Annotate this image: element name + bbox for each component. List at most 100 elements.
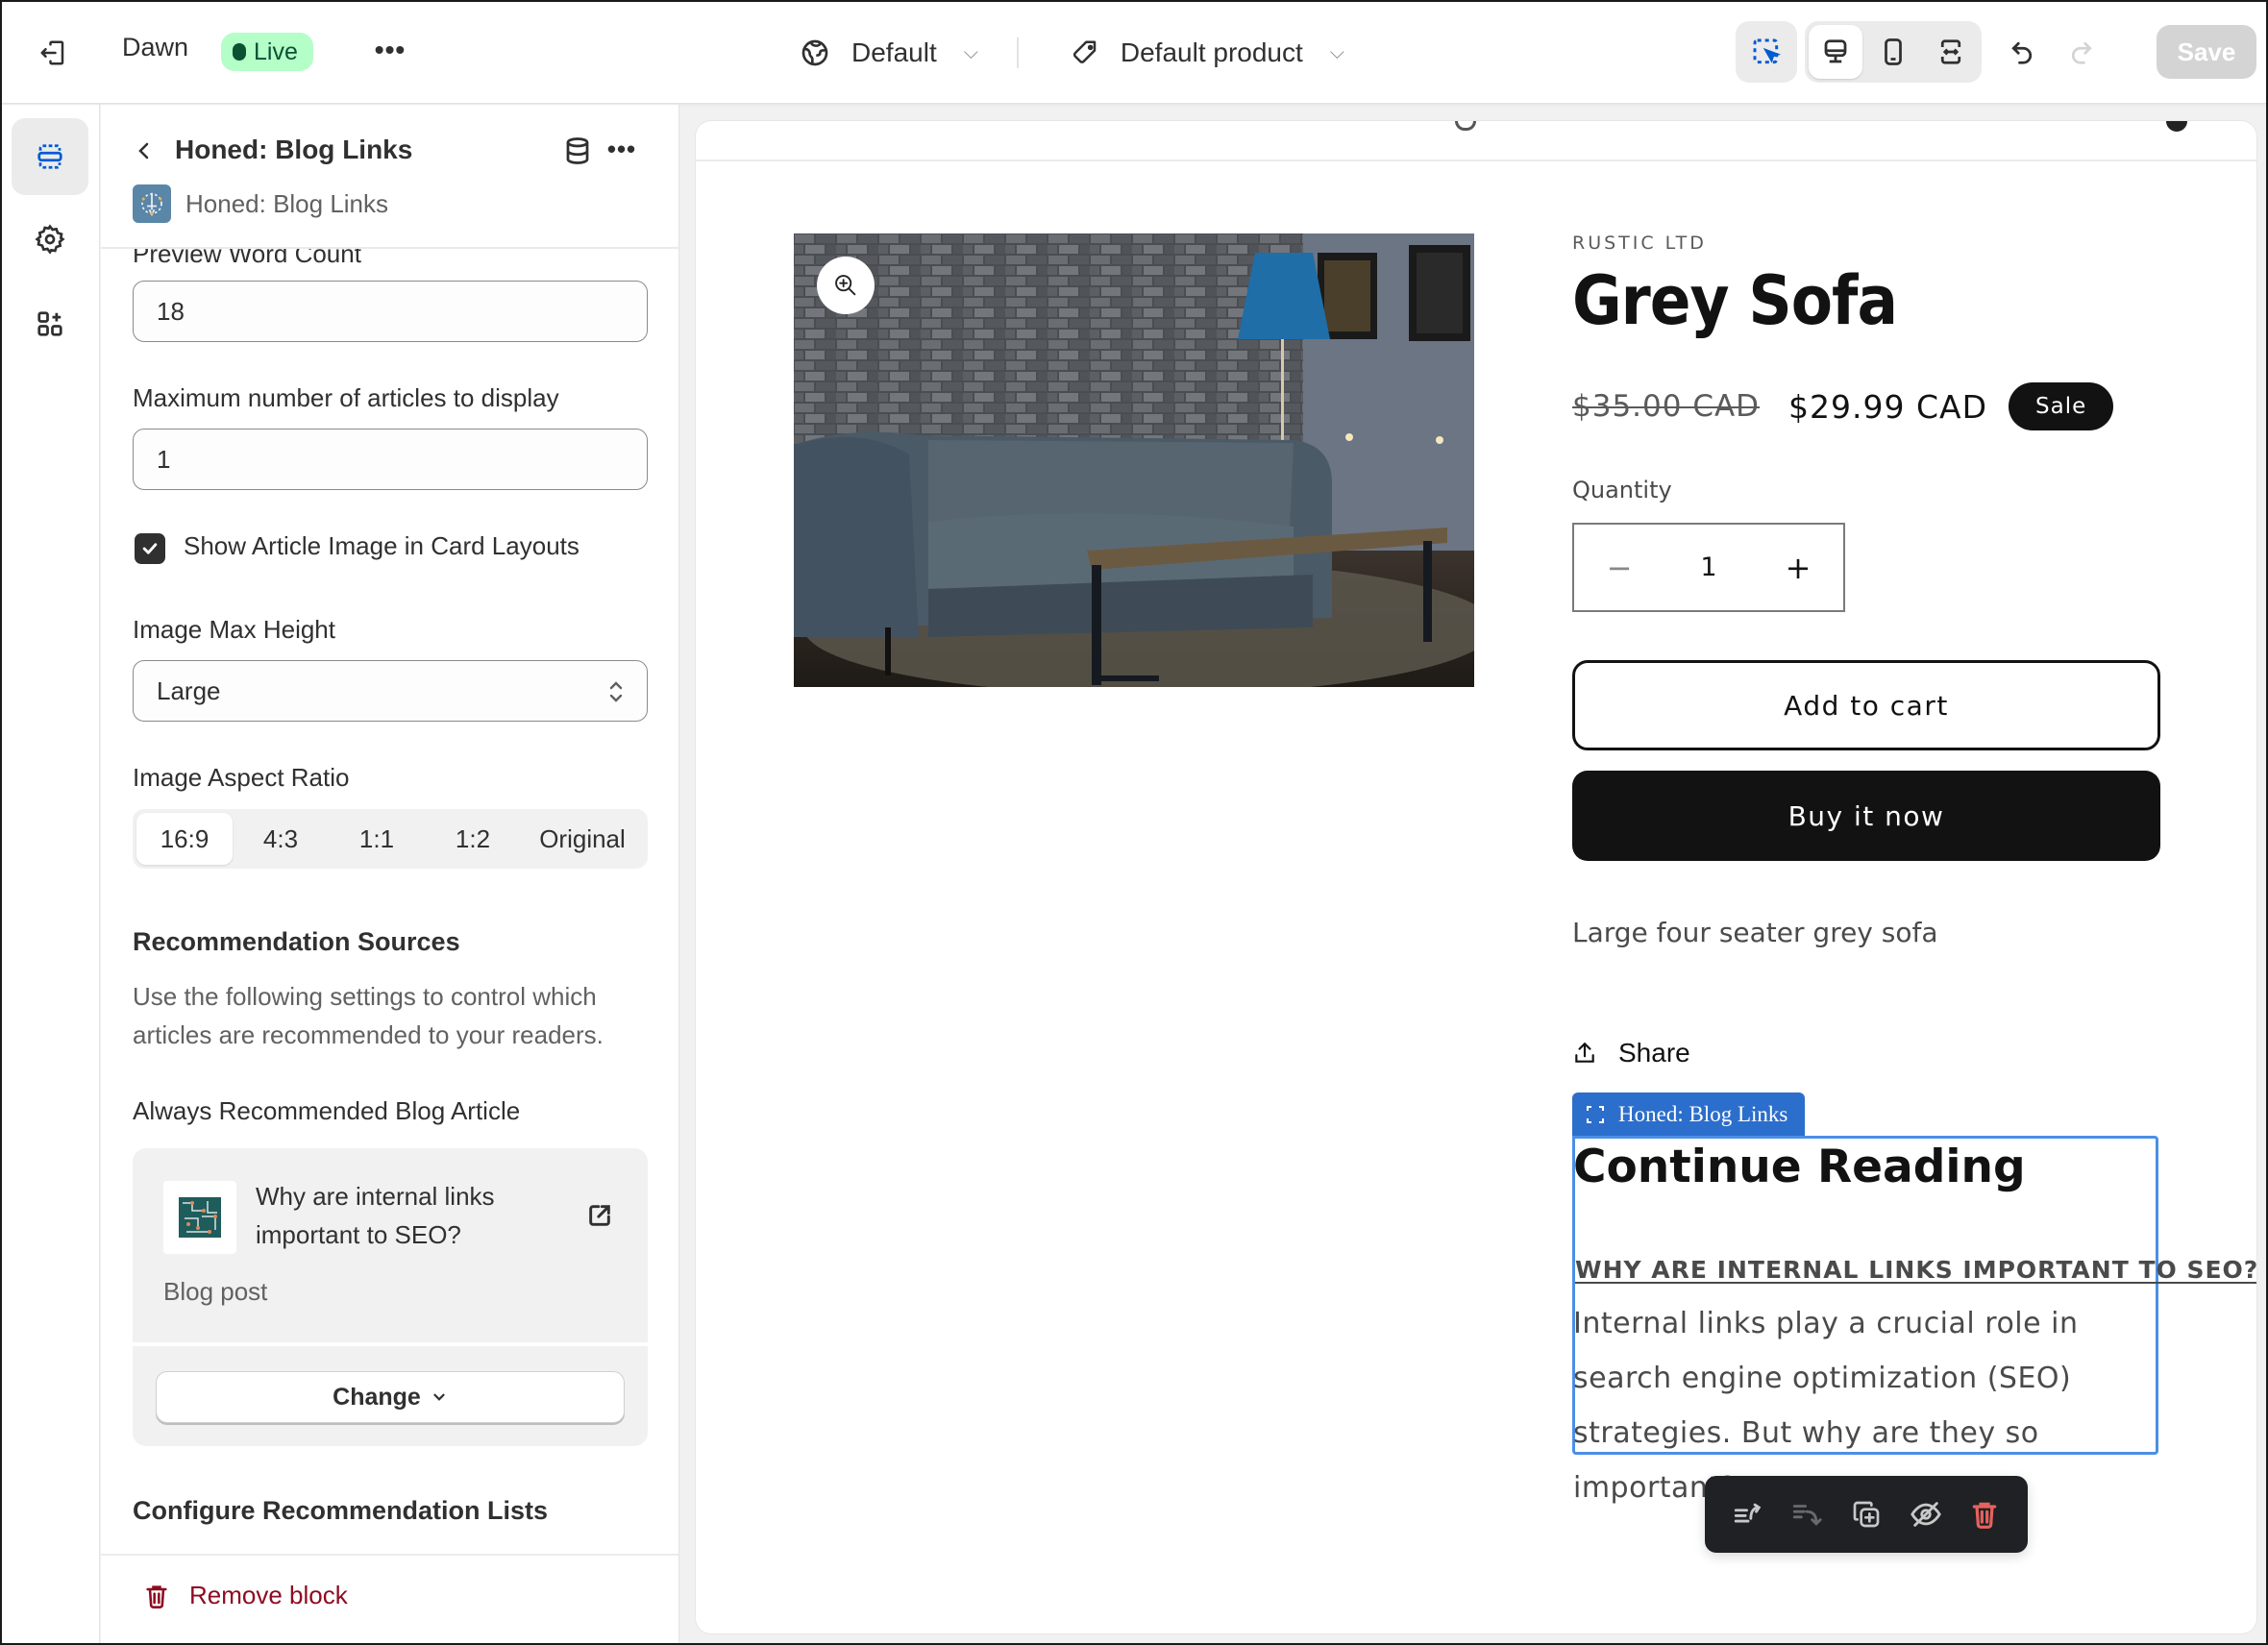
share-label: Share <box>1618 1038 1690 1068</box>
article-title: Why are internal links important to SEO? <box>256 1182 495 1249</box>
chevron-down-icon <box>433 1393 445 1401</box>
exit-icon <box>40 40 64 65</box>
rail-item-theme-settings[interactable] <box>12 201 88 278</box>
undo-icon <box>2011 41 2033 64</box>
quantity-increase-button[interactable]: + <box>1753 525 1843 611</box>
show-image-checkbox[interactable] <box>135 533 165 564</box>
aspect-option-original[interactable]: Original <box>521 813 644 865</box>
panel-footer: Remove block <box>101 1554 678 1643</box>
hide-block-button[interactable] <box>1905 1493 1947 1535</box>
back-button[interactable] <box>128 132 160 170</box>
preview-header <box>696 121 2256 161</box>
top-bar: Dawn Live ••• Default ⌵ Default product … <box>2 2 2266 104</box>
plus-icon: + <box>1785 549 1812 586</box>
mobile-view-button[interactable] <box>1866 25 1920 79</box>
quantity-input[interactable]: 1 <box>1664 552 1753 582</box>
delete-block-button[interactable] <box>1963 1493 2006 1535</box>
move-down-button[interactable] <box>1786 1493 1828 1535</box>
quantity-decrease-button[interactable]: − <box>1574 525 1664 611</box>
trash-icon <box>146 1584 167 1608</box>
duplicate-button[interactable] <box>1845 1493 1887 1535</box>
save-button[interactable]: Save <box>2157 25 2256 79</box>
live-dot-icon <box>233 43 246 61</box>
exit-button[interactable] <box>35 35 71 71</box>
viewport-switcher <box>1805 21 1982 83</box>
mobile-icon <box>1885 38 1902 65</box>
rail-item-sections[interactable] <box>12 118 88 195</box>
aspect-ratio-label: Image Aspect Ratio <box>133 763 350 792</box>
change-label: Change <box>333 1383 421 1411</box>
block-toolbar <box>1705 1476 2028 1553</box>
fullwidth-view-button[interactable] <box>1924 25 1978 79</box>
image-max-height-select[interactable]: Large <box>133 660 648 722</box>
desktop-icon <box>1824 39 1847 63</box>
fullwidth-icon <box>1940 39 1961 64</box>
quantity-stepper: − 1 + <box>1572 523 1845 612</box>
external-link-icon <box>589 1205 610 1226</box>
article-picker-card: Why are internal links important to SEO?… <box>133 1148 648 1446</box>
inspector-icon <box>1753 38 1782 64</box>
move-down-icon <box>1793 1505 1822 1526</box>
add-to-cart-button[interactable]: Add to cart <box>1572 660 2160 750</box>
database-icon <box>566 137 589 164</box>
selected-block-tag[interactable]: Honed: Blog Links <box>1572 1093 1806 1136</box>
quantity-label: Quantity <box>1572 477 1672 503</box>
inspector-toggle[interactable] <box>1736 21 1797 83</box>
zoom-image-button[interactable] <box>817 257 875 314</box>
block-heading: Continue Reading <box>1573 1141 2026 1193</box>
aspect-option-16-9[interactable]: 16:9 <box>136 813 233 865</box>
aspect-option-1-2[interactable]: 1:2 <box>425 813 521 865</box>
configure-lists-heading: Configure Recommendation Lists <box>133 1496 549 1525</box>
delete-icon <box>1972 1502 1997 1529</box>
open-article-button[interactable] <box>586 1202 615 1231</box>
move-up-icon <box>1734 1503 1762 1523</box>
show-image-label: Show Article Image in Card Layouts <box>184 531 579 560</box>
share-button[interactable]: Share <box>1572 1038 1690 1068</box>
sections-icon <box>37 144 62 169</box>
template-selector[interactable]: Default product ⌵ <box>1061 27 1354 79</box>
dynamic-source-button[interactable] <box>560 134 595 168</box>
search-icon[interactable] <box>1455 121 1476 131</box>
more-actions-button[interactable]: ••• <box>371 31 409 69</box>
compare-at-price: $35.00 CAD <box>1572 389 1761 424</box>
checkmark-icon <box>142 543 158 554</box>
panel-more-button[interactable]: ••• <box>603 132 641 166</box>
article-link[interactable]: WHY ARE INTERNAL LINKS IMPORTANT TO SEO? <box>1575 1256 2256 1284</box>
recommendation-sources-heading: Recommendation Sources <box>133 927 460 956</box>
gear-icon <box>35 224 65 255</box>
app-logo-icon <box>133 184 171 223</box>
product-description: Large four seater grey sofa <box>1572 917 1938 948</box>
theme-name: Dawn <box>122 33 189 61</box>
market-selector[interactable]: Default ⌵ <box>790 27 988 79</box>
hide-icon <box>1910 1502 1941 1527</box>
panel-title: Honed: Blog Links <box>175 135 413 164</box>
remove-block-button[interactable]: Remove block <box>143 1581 348 1610</box>
cart-icon[interactable] <box>2166 121 2187 132</box>
desktop-view-button[interactable] <box>1809 25 1862 79</box>
blog-links-block[interactable]: Continue Reading WHY ARE INTERNAL LINKS … <box>1572 1136 2256 1505</box>
tag-icon <box>1072 40 1097 63</box>
product-image[interactable] <box>794 233 1474 687</box>
preview-word-count-input[interactable]: 18 <box>133 281 648 342</box>
change-article-button[interactable]: Change <box>156 1371 625 1423</box>
rail-item-apps[interactable] <box>12 285 88 362</box>
image-max-height-value: Large <box>157 675 221 705</box>
sale-price: $29.99 CAD <box>1788 387 1988 426</box>
remove-block-label: Remove block <box>189 1581 348 1609</box>
image-max-height-label: Image Max Height <box>133 615 335 644</box>
store-preview: RUSTIC LTD Grey Sofa $35.00 CAD $29.99 C… <box>696 121 2256 1633</box>
redo-icon <box>2071 41 2092 64</box>
max-articles-input[interactable]: 1 <box>133 429 648 490</box>
always-recommended-label: Always Recommended Blog Article <box>133 1096 521 1125</box>
aspect-option-4-3[interactable]: 4:3 <box>233 813 329 865</box>
move-up-button[interactable] <box>1727 1493 1769 1535</box>
redo-button[interactable] <box>2055 25 2108 79</box>
buy-it-now-button[interactable]: Buy it now <box>1572 771 2160 861</box>
divider <box>1016 37 1019 68</box>
chevron-down-icon: ⌵ <box>963 41 978 63</box>
apps-add-icon <box>37 311 62 336</box>
aspect-option-1-1[interactable]: 1:1 <box>329 813 425 865</box>
app-name: Honed: Blog Links <box>185 189 389 218</box>
share-icon <box>1575 1042 1594 1063</box>
undo-button[interactable] <box>1995 25 2049 79</box>
